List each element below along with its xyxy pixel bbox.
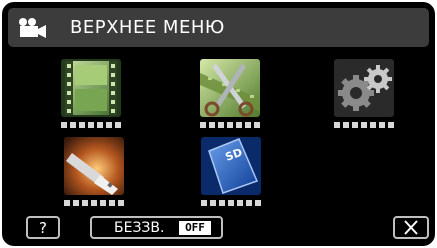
sd-card-icon: SD — [201, 137, 261, 195]
item-label-placeholder — [61, 122, 121, 128]
mute-label: БЕЗЗВ. — [114, 220, 165, 236]
close-x-icon — [404, 220, 418, 235]
menu-header: ВЕРХНЕЕ МЕНЮ — [8, 8, 429, 47]
menu-item-connect[interactable] — [64, 137, 124, 206]
help-button[interactable]: ? — [26, 216, 60, 239]
item-label-placeholder — [334, 122, 394, 128]
camera-menu-screen: ВЕРХНЕЕ МЕНЮ SD ? БЕЗЗВ. OFF — [2, 2, 435, 246]
item-label-placeholder — [200, 122, 260, 128]
item-label-placeholder — [201, 200, 261, 206]
video-camera-icon — [19, 18, 46, 38]
close-button[interactable] — [393, 216, 429, 239]
usb-cable-icon — [64, 137, 124, 195]
menu-item-edit[interactable] — [200, 59, 260, 128]
settings-gears-icon — [334, 59, 394, 117]
scissors-film-icon — [200, 59, 260, 117]
page-title: ВЕРХНЕЕ МЕНЮ — [70, 17, 225, 38]
menu-item-media[interactable]: SD — [201, 137, 261, 206]
menu-item-settings[interactable] — [334, 59, 394, 128]
item-label-placeholder — [64, 200, 124, 206]
film-strip-icon — [61, 59, 121, 117]
menu-item-playback[interactable] — [61, 59, 121, 128]
mute-toggle-button[interactable]: БЕЗЗВ. OFF — [90, 216, 223, 239]
mute-state-badge: OFF — [179, 221, 211, 235]
